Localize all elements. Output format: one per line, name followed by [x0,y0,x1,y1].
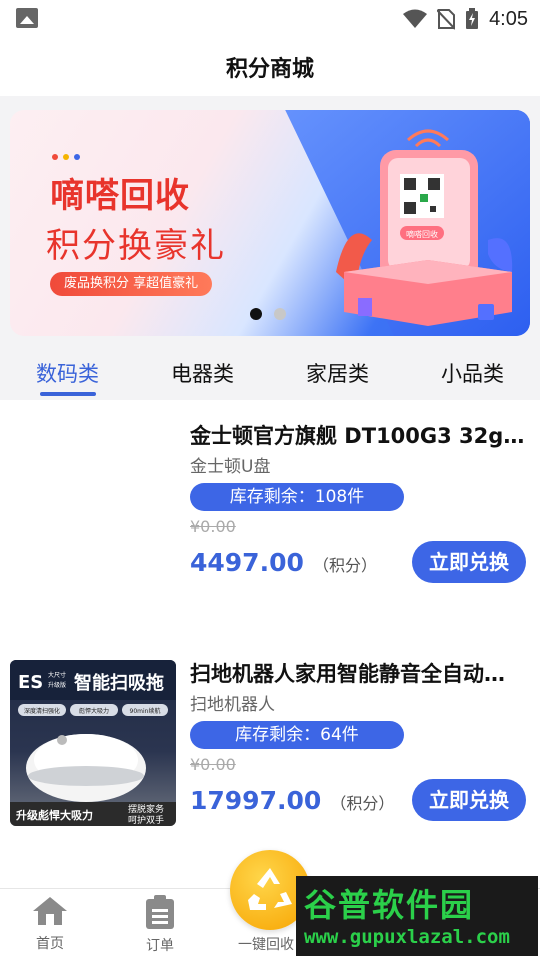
image-headline: 智能扫吸拖 [74,672,164,694]
banner-tagline: 废品换积分 享超值豪礼 [50,272,213,296]
image-chip-1: 深度清扫强化 [24,707,60,715]
product-image-placeholder [10,422,176,588]
image-bottom-right-2: 呵护双手 [128,814,164,826]
product-image: ES 大尺寸 升级版 智能扫吸拖 深度清扫强化 彪悍大吸力 90min续航 升级… [10,660,176,826]
status-icons: 4:05 [403,6,528,32]
tab-bar-recycle-label: 一键回收 [238,937,294,953]
banner-subtitle: 积分换豪礼 [46,226,226,266]
battery-charging-icon [466,8,479,29]
image-brand: ES [18,672,43,693]
stock-badge: 库存剩余：64件 [190,721,404,749]
pager-dot[interactable] [274,308,286,320]
tab-home[interactable]: 家居类 [270,346,405,400]
image-size-note-1: 大尺寸 [48,671,66,679]
image-bottom-right-1: 摆脱家务 [128,803,164,815]
product-category: 金士顿U盘 [190,457,271,477]
page-title: 积分商城 [225,57,314,82]
banner-title: 嘀嗒回收 [50,176,190,216]
robot-vacuum-image: ES 大尺寸 升级版 智能扫吸拖 深度清扫强化 彪悍大吸力 90min续航 升级… [10,660,176,826]
product-item[interactable]: ES 大尺寸 升级版 智能扫吸拖 深度清扫强化 彪悍大吸力 90min续航 升级… [0,660,540,830]
image-bottom-left: 升级彪悍大吸力 [16,808,93,822]
watermark-title: 谷普软件园 [304,886,475,924]
original-price: ¥0.00 [190,755,236,774]
image-chip-3: 90min续航 [130,707,161,715]
product-item[interactable]: 金士顿官方旗舰 DT100G3 32gu… 金士顿U盘 库存剩余：108件 ¥0… [0,422,540,592]
tab-bar-orders[interactable]: 订单 [120,895,200,955]
points-unit: （积分） [330,794,395,813]
watermark-url: www.gupuxlazal.com [304,926,510,948]
watermark-logo: 谷普软件园 www.gupuxlazal.com [296,876,538,956]
product-name: 扫地机器人家用智能静音全自动… [190,662,505,686]
status-time: 4:05 [489,7,528,30]
art-badge-label: 嘀嗒回收 [406,229,438,239]
banner-pager [250,308,286,320]
product-list: 金士顿官方旗舰 DT100G3 32gu… 金士顿U盘 库存剩余：108件 ¥0… [0,400,540,888]
tab-bar-orders-label: 订单 [146,938,174,954]
redeem-button[interactable]: 立即兑换 [412,541,526,583]
home-icon [33,897,67,925]
promo-banner[interactable]: 嘀嗒回收 积分换豪礼 废品换积分 享超值豪礼 嘀嗒回收 [10,110,530,336]
points-price: 4497.00 [190,548,304,577]
product-category: 扫地机器人 [190,695,275,715]
no-sim-icon [437,9,456,30]
tab-appliances[interactable]: 电器类 [135,346,270,400]
qr-phone-gift-illustration: 嘀嗒回收 [336,129,513,326]
header: 积分商城 [0,38,540,96]
tab-digital[interactable]: 数码类 [0,346,135,400]
gallery-notification-icon [16,8,38,28]
category-tabs: 数码类 电器类 家居类 小品类 [0,346,540,400]
wifi-icon [403,9,428,28]
points-unit: （积分） [312,556,377,575]
tab-small-items[interactable]: 小品类 [405,346,540,400]
stock-badge: 库存剩余：108件 [190,483,404,511]
pager-dot-active[interactable] [250,308,262,320]
status-bar: 4:05 [0,0,540,38]
product-name: 金士顿官方旗舰 DT100G3 32gu… [190,424,530,448]
original-price: ¥0.00 [190,517,236,536]
image-size-note-2: 升级版 [48,681,66,689]
clipboard-icon [146,895,174,929]
points-price: 17997.00 [190,786,322,815]
tab-bar-home-label: 首页 [36,936,64,952]
image-chip-2: 彪悍大吸力 [79,707,109,715]
tab-bar-home[interactable]: 首页 [10,895,90,953]
redeem-button[interactable]: 立即兑换 [412,779,526,821]
banner-dots-decoration [52,154,80,160]
